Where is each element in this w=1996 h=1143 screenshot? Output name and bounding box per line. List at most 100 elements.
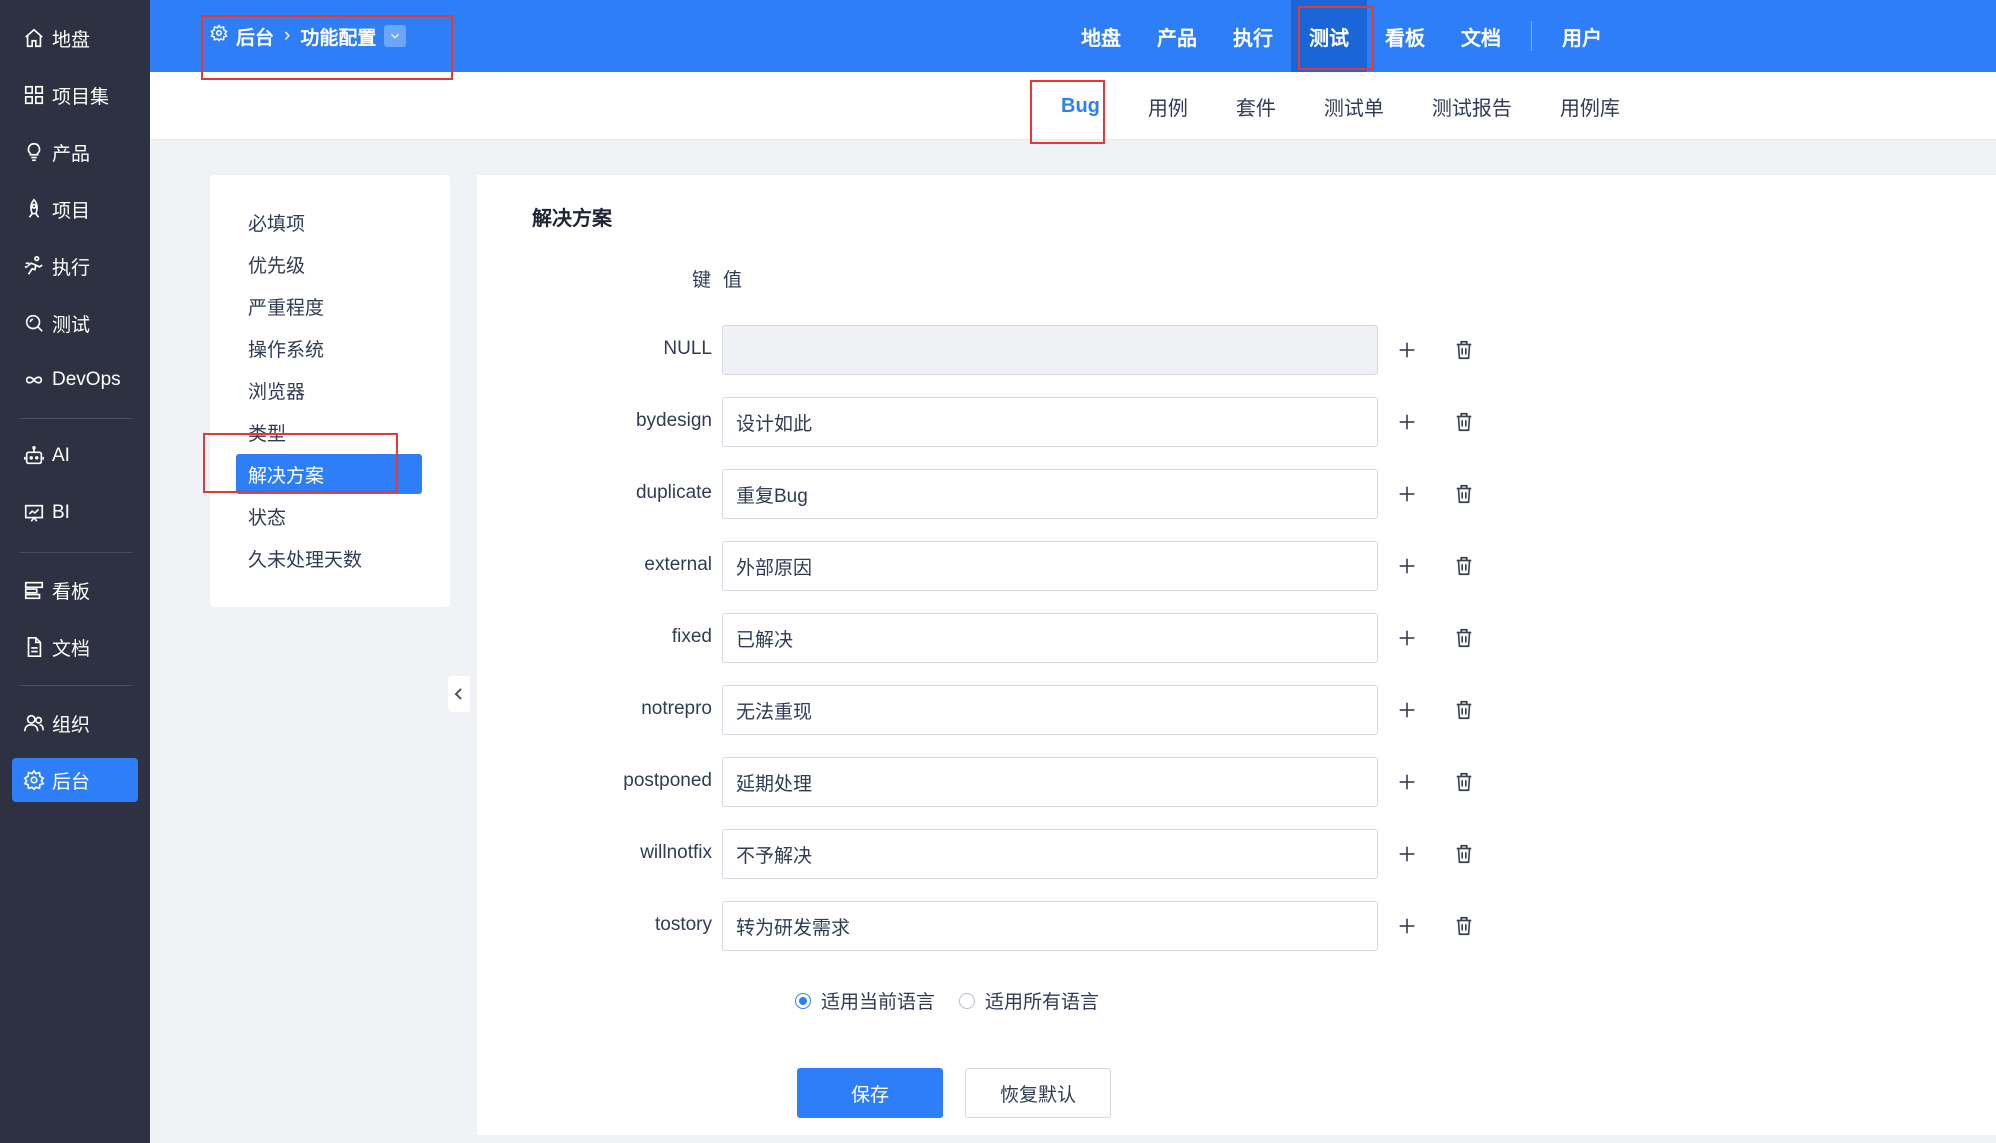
add-row-icon[interactable] [1392, 335, 1422, 365]
nav-label: 后台 [52, 771, 91, 793]
save-button[interactable]: 保存 [797, 1068, 943, 1118]
subnav-caselib[interactable]: 用例库 [1536, 92, 1644, 121]
subnav-case[interactable]: 用例 [1124, 92, 1212, 121]
collapse-menu-button[interactable] [448, 676, 470, 712]
row-value-input[interactable]: 延期处理 [722, 757, 1378, 807]
grid-icon [22, 83, 46, 107]
row-key-label: bydesign [635, 410, 712, 431]
run-icon [22, 254, 46, 278]
row-value-input[interactable]: 已解决 [722, 613, 1378, 663]
row-value-input[interactable]: 无法重现 [722, 685, 1378, 735]
add-row-icon[interactable] [1392, 839, 1422, 869]
trash-icon[interactable] [1449, 695, 1479, 725]
nav-item-ai[interactable]: AI [12, 434, 138, 478]
subnav-suite[interactable]: 套件 [1212, 92, 1300, 121]
nav-item-doc[interactable]: 文档 [12, 625, 138, 669]
trash-icon[interactable] [1449, 839, 1479, 869]
radio-dot[interactable] [795, 992, 811, 1009]
nav-label: DevOps [52, 369, 121, 390]
trash-icon[interactable] [1449, 407, 1479, 437]
nav-item-kanban[interactable]: 看板 [12, 568, 138, 612]
trash-icon[interactable] [1449, 335, 1479, 365]
key-header: 键 [692, 270, 712, 291]
menu-item-priority[interactable]: 优先级 [236, 244, 422, 284]
row-value-input[interactable]: 不予解决 [722, 829, 1378, 879]
infinity-icon [22, 368, 46, 392]
content-panel: 解决方案 键 值 NULL bydesign 设计如此 duplicate 重复Bug e… [477, 175, 1996, 1135]
nav-item-admin[interactable]: 后台 [12, 758, 138, 802]
nav-item-execution[interactable]: 执行 [12, 244, 138, 288]
section-title: 解决方案 [532, 208, 612, 230]
nav-item-dashboard[interactable]: 地盘 [12, 16, 138, 60]
nav-item-devops[interactable]: DevOps [12, 358, 138, 402]
main-nav-user[interactable]: 用户 [1544, 0, 1620, 72]
main-nav-product[interactable]: 产品 [1139, 0, 1215, 72]
add-row-icon[interactable] [1392, 911, 1422, 941]
nav-divider [20, 418, 132, 419]
menu-item-required[interactable]: 必填项 [236, 202, 422, 242]
trash-icon[interactable] [1449, 767, 1479, 797]
row-value-input[interactable]: 外部原因 [722, 541, 1378, 591]
subnav-testtask[interactable]: 测试单 [1300, 92, 1408, 121]
value-header: 值 [723, 270, 743, 291]
row-value-input[interactable]: 转为研发需求 [722, 901, 1378, 951]
nav-label: 看板 [52, 581, 91, 603]
nav-label: 测试 [52, 314, 91, 336]
row-key-label: notrepro [641, 698, 712, 719]
radio-dot[interactable] [959, 992, 976, 1009]
row-key-label: duplicate [635, 482, 712, 503]
radio-label: 适用当前语言 [821, 992, 936, 1013]
add-row-icon[interactable] [1392, 479, 1422, 509]
highlight-box [1030, 80, 1105, 144]
robot-icon [22, 444, 46, 468]
main-nav-execution[interactable]: 执行 [1215, 0, 1291, 72]
reset-default-button[interactable]: 恢复默认 [965, 1068, 1111, 1118]
highlight-box [201, 15, 453, 80]
nav-label: 执行 [52, 257, 91, 279]
menu-item-status[interactable]: 状态 [236, 496, 422, 536]
subnav-testreport[interactable]: 测试报告 [1408, 92, 1536, 121]
nav-divider [20, 552, 132, 553]
row-key-label: postponed [623, 770, 712, 791]
radio-all-lang[interactable]: 适用所有语言 [959, 987, 1099, 1014]
add-row-icon[interactable] [1392, 695, 1422, 725]
radio-current-lang[interactable]: 适用当前语言 [795, 987, 935, 1014]
nav-item-program[interactable]: 项目集 [12, 73, 138, 117]
nav-item-bi[interactable]: BI [12, 491, 138, 535]
trash-icon[interactable] [1449, 911, 1479, 941]
menu-item-severity[interactable]: 严重程度 [236, 286, 422, 326]
main-nav-doc[interactable]: 文档 [1443, 0, 1519, 72]
row-value-input[interactable]: 重复Bug [722, 469, 1378, 519]
config-menu: 必填项 优先级 严重程度 操作系统 浏览器 类型 解决方案 状态 久未处理天数 [210, 175, 450, 607]
menu-item-longlife[interactable]: 久未处理天数 [236, 538, 422, 578]
menu-item-browser[interactable]: 浏览器 [236, 370, 422, 410]
nav-divider [20, 685, 132, 686]
nav-item-test[interactable]: 测试 [12, 301, 138, 345]
row-key-label: willnotfix [640, 842, 712, 863]
add-row-icon[interactable] [1392, 623, 1422, 653]
highlight-box [1298, 6, 1374, 70]
row-value-input[interactable]: 设计如此 [722, 397, 1378, 447]
kanban-icon [22, 578, 46, 602]
main-nav-kanban[interactable]: 看板 [1367, 0, 1443, 72]
chevron-left-icon [454, 688, 462, 700]
nav-item-product[interactable]: 产品 [12, 130, 138, 174]
add-row-icon[interactable] [1392, 551, 1422, 581]
users-icon [22, 711, 46, 735]
add-row-icon[interactable] [1392, 767, 1422, 797]
language-scope: 适用当前语言 适用所有语言 [795, 987, 1123, 1014]
nav-label: 产品 [52, 143, 91, 165]
nav-item-org[interactable]: 组织 [12, 701, 138, 745]
rocket-icon [22, 197, 46, 221]
nav-separator [1531, 21, 1532, 51]
trash-icon[interactable] [1449, 551, 1479, 581]
menu-item-os[interactable]: 操作系统 [236, 328, 422, 368]
main-nav-dashboard[interactable]: 地盘 [1063, 0, 1139, 72]
nav-item-project[interactable]: 项目 [12, 187, 138, 231]
trash-icon[interactable] [1449, 623, 1479, 653]
row-key-label: NULL [663, 338, 712, 359]
trash-icon[interactable] [1449, 479, 1479, 509]
nav-label: BI [52, 502, 70, 523]
document-icon [22, 635, 46, 659]
add-row-icon[interactable] [1392, 407, 1422, 437]
